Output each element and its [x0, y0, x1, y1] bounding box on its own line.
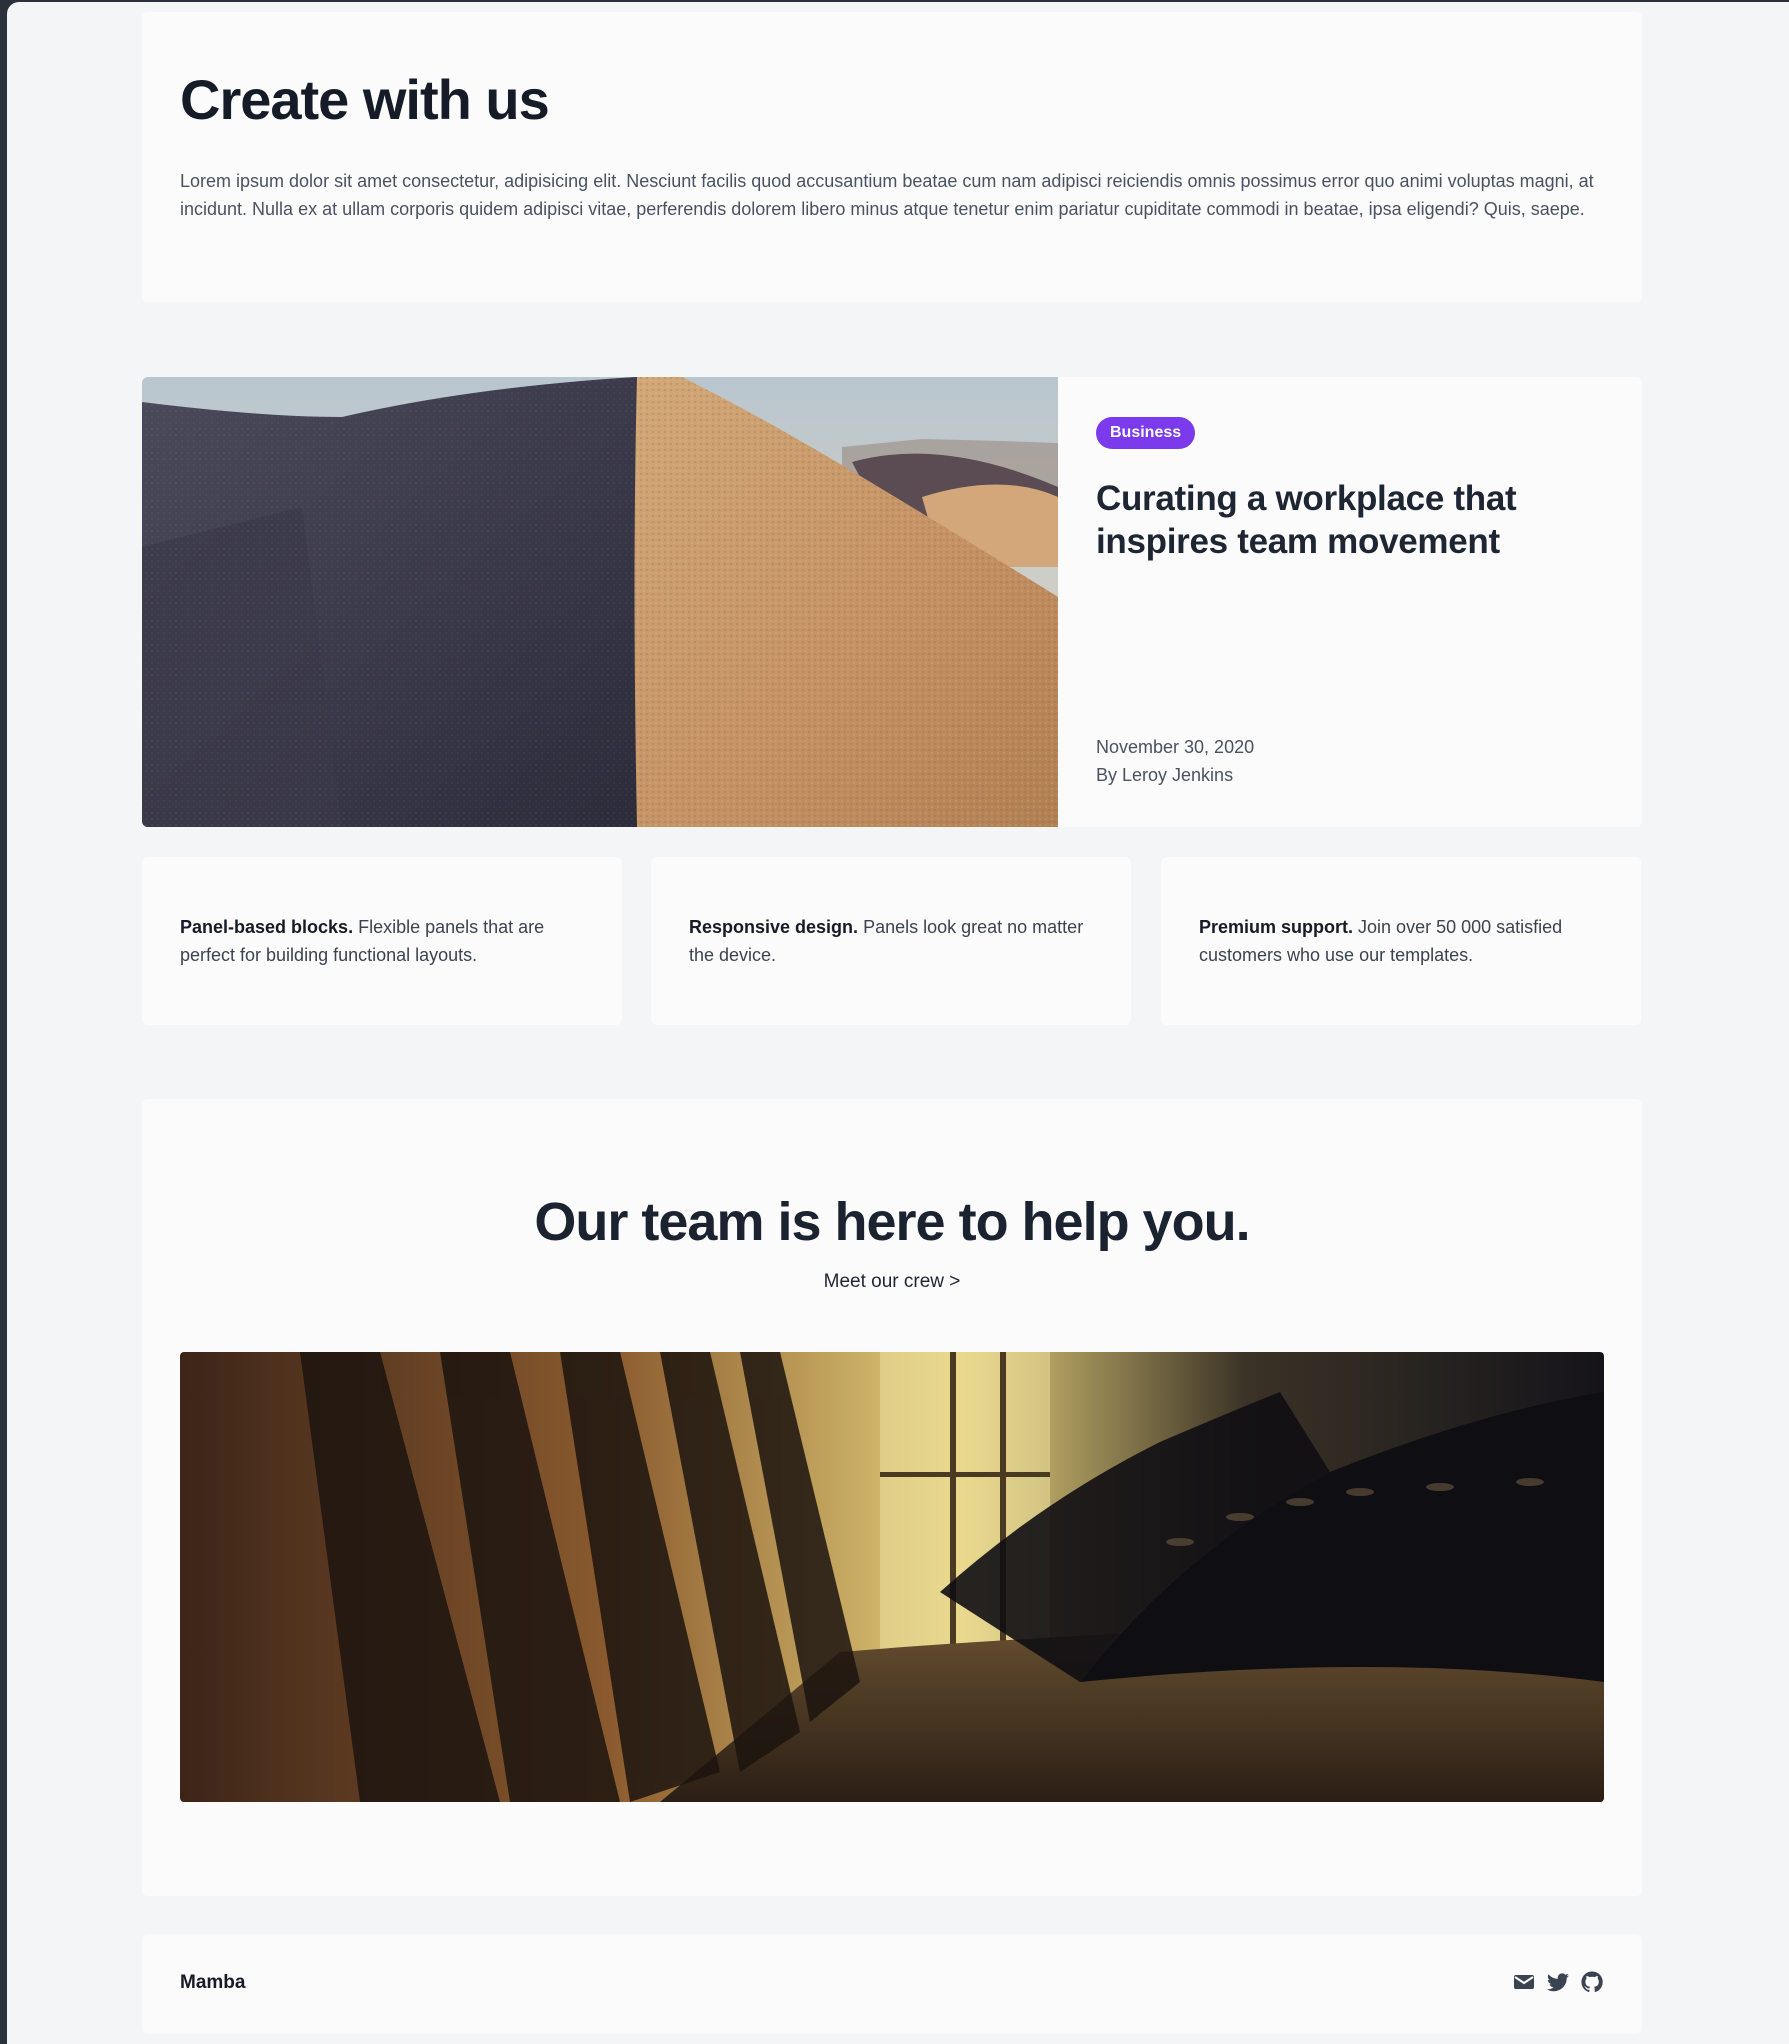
auditorium-seats-image	[180, 1352, 1604, 1802]
feature-card-text: Responsive design. Panels look great no …	[689, 913, 1093, 969]
team-panel: Our team is here to help you. Meet our c…	[142, 1099, 1642, 1896]
desert-dune-image	[142, 377, 1058, 827]
feature-card-panels: Panel-based blocks. Flexible panels that…	[142, 857, 622, 1025]
team-heading: Our team is here to help you.	[534, 1192, 1250, 1252]
feature-card-title: Premium support.	[1199, 917, 1354, 937]
article-meta: November 30, 2020 By Leroy Jenkins	[1096, 733, 1254, 789]
intro-text: Lorem ipsum dolor sit amet consectetur, …	[180, 171, 1594, 220]
feature-card-text: Panel-based blocks. Flexible panels that…	[180, 913, 584, 969]
article-author: By Leroy Jenkins	[1096, 765, 1234, 785]
article-date: November 30, 2020	[1096, 737, 1255, 757]
social-icons	[1512, 1970, 1604, 1994]
feature-card-title: Panel-based blocks.	[180, 917, 354, 937]
page-title: Create with us	[180, 68, 550, 131]
footer: Mamba	[142, 1934, 1642, 2034]
feature-card-title: Responsive design.	[689, 917, 859, 937]
category-badge[interactable]: Business	[1096, 417, 1196, 449]
intro-panel: Create with us Lorem ipsum dolor sit ame…	[142, 12, 1642, 302]
meet-crew-link[interactable]: Meet our crew >	[824, 1271, 961, 1293]
github-icon[interactable]	[1580, 1970, 1604, 1994]
feature-article-body: Business Curating a workplace that inspi…	[1058, 377, 1642, 827]
feature-card-responsive: Responsive design. Panels look great no …	[651, 857, 1131, 1025]
feature-article-title[interactable]: Curating a workplace that inspires team …	[1096, 477, 1604, 563]
twitter-icon[interactable]	[1546, 1970, 1570, 1994]
feature-card-text: Premium support. Join over 50 000 satisf…	[1199, 913, 1603, 969]
mail-icon[interactable]	[1512, 1970, 1536, 1994]
footer-brand[interactable]: Mamba	[180, 1972, 245, 1994]
feature-card-support: Premium support. Join over 50 000 satisf…	[1161, 857, 1641, 1025]
feature-article-card[interactable]: Business Curating a workplace that inspi…	[142, 377, 1642, 827]
